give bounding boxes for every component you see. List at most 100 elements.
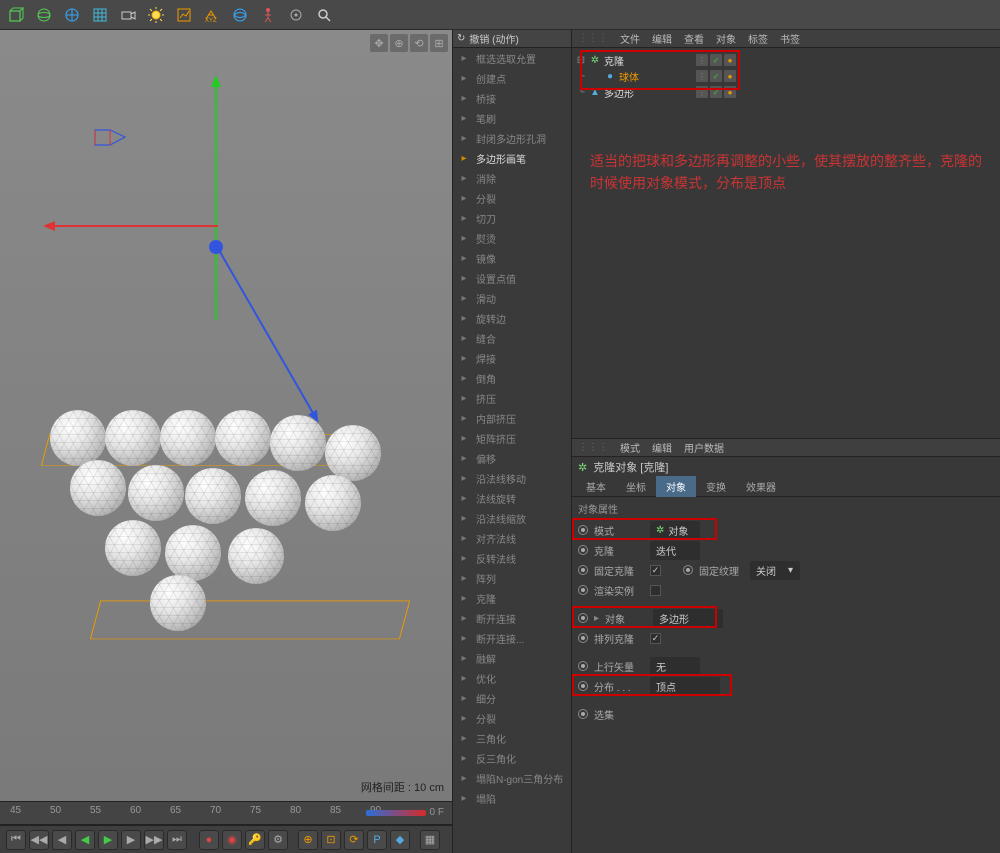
radio-icon[interactable] [578,545,588,555]
tool-31[interactable]: ▸优化 [453,668,571,688]
visibility-tag[interactable]: ⋮ [696,70,708,82]
z-axis-gizmo[interactable] [215,245,317,419]
tool-28[interactable]: ▸断开连接 [453,608,571,628]
param-key-button[interactable]: P [367,830,387,850]
radio-icon[interactable] [578,585,588,595]
3d-viewport[interactable]: ✥ ⊕ ⟲ ⊞ 网格间距 : 10 cm [0,30,452,801]
tool-7[interactable]: ▸分裂 [453,188,571,208]
axis-icon[interactable]: XYZ [200,3,224,27]
tool-32[interactable]: ▸细分 [453,688,571,708]
menu-edit[interactable]: 编辑 [652,31,672,46]
radio-icon[interactable] [578,661,588,671]
tool-26[interactable]: ▸阵列 [453,568,571,588]
radio-icon[interactable] [578,633,588,643]
attr-menu-userdata[interactable]: 用户数据 [684,440,724,455]
attr-menu-edit[interactable]: 编辑 [652,440,672,455]
vp-pan-icon[interactable]: ✥ [370,34,388,52]
distribution-dropdown[interactable]: 顶点 [650,677,720,696]
render-tag[interactable]: ✓ [710,86,722,98]
tool-24[interactable]: ▸对齐法线 [453,528,571,548]
tree-row[interactable]: └▲多边形⋮✓● [576,84,996,100]
render-icon[interactable] [172,3,196,27]
tool-2[interactable]: ▸桥接 [453,88,571,108]
tool-14[interactable]: ▸缝合 [453,328,571,348]
vp-zoom-icon[interactable]: ⊕ [390,34,408,52]
tab-coord[interactable]: 坐标 [616,476,656,497]
tool-4[interactable]: ▸封闭多边形孔洞 [453,128,571,148]
visibility-tag[interactable]: ⋮ [696,54,708,66]
tool-11[interactable]: ▸设置点值 [453,268,571,288]
tool-18[interactable]: ▸内部挤压 [453,408,571,428]
tool-37[interactable]: ▸塌陷 [453,788,571,808]
fixtex-dropdown[interactable]: 关闭▾ [750,561,800,580]
tool-19[interactable]: ▸矩阵挤压 [453,428,571,448]
tool-34[interactable]: ▸三角化 [453,728,571,748]
tool-27[interactable]: ▸克隆 [453,588,571,608]
tool-21[interactable]: ▸沿法线移动 [453,468,571,488]
display-tag[interactable]: ● [724,54,736,66]
upvector-dropdown[interactable]: 无 [650,657,700,676]
tool-12[interactable]: ▸滑动 [453,288,571,308]
menu-file[interactable]: 文件 [620,31,640,46]
tool-29[interactable]: ▸断开连接... [453,628,571,648]
radio-icon[interactable] [578,709,588,719]
render-tag[interactable]: ✓ [710,70,722,82]
vp-layout-icon[interactable]: ⊞ [430,34,448,52]
x-axis-gizmo[interactable] [48,225,218,227]
menu-bookmarks[interactable]: 书签 [780,31,800,46]
attr-menu-mode[interactable]: 模式 [620,440,640,455]
display-tag[interactable]: ● [724,70,736,82]
rot-key-button[interactable]: ⟳ [344,830,364,850]
goto-end-button[interactable]: ⏭ [167,830,187,850]
grid-icon[interactable] [88,3,112,27]
tool-6[interactable]: ▸消除 [453,168,571,188]
tool-16[interactable]: ▸倒角 [453,368,571,388]
radio-icon[interactable] [578,565,588,575]
play-back-button[interactable]: ◀ [75,830,95,850]
pos-key-button[interactable]: ⊕ [298,830,318,850]
tree-row[interactable]: ⊟✲克隆⋮✓● [576,52,996,68]
tool-35[interactable]: ▸反三角化 [453,748,571,768]
camera-icon[interactable] [116,3,140,27]
visibility-tag[interactable]: ⋮ [696,86,708,98]
play-button[interactable]: ▶ [98,830,118,850]
tab-basic[interactable]: 基本 [576,476,616,497]
tool-20[interactable]: ▸偏移 [453,448,571,468]
effector-icon[interactable] [284,3,308,27]
tool-17[interactable]: ▸挤压 [453,388,571,408]
menu-object[interactable]: 对象 [716,31,736,46]
world-icon[interactable] [228,3,252,27]
radio-icon[interactable] [578,681,588,691]
tool-0[interactable]: ▸框选选取允置 [453,48,571,68]
menu-view[interactable]: 查看 [684,31,704,46]
tool-1[interactable]: ▸创建点 [453,68,571,88]
prev-frame-button[interactable]: ◀ [52,830,72,850]
tool-22[interactable]: ▸法线旋转 [453,488,571,508]
radio-icon[interactable] [578,613,588,623]
gizmo-origin[interactable] [209,240,223,254]
search-icon[interactable] [312,3,336,27]
null-icon[interactable] [60,3,84,27]
scale-key-button[interactable]: ⊡ [321,830,341,850]
render-tag[interactable]: ✓ [710,54,722,66]
cube-icon[interactable] [4,3,28,27]
tool-30[interactable]: ▸融解 [453,648,571,668]
timeline-ruler[interactable]: 45 50 55 60 65 70 75 80 85 90 0 F [0,801,452,825]
refresh-icon[interactable]: ↻ [457,33,465,44]
tool-13[interactable]: ▸旋转边 [453,308,571,328]
tool-36[interactable]: ▸塌陷N-gon三角分布 [453,768,571,788]
key-button[interactable]: 🔑 [245,830,265,850]
tool-10[interactable]: ▸镜像 [453,248,571,268]
dopesheet-button[interactable]: ▦ [420,830,440,850]
record-button[interactable]: ● [199,830,219,850]
tab-object[interactable]: 对象 [656,476,696,497]
prev-key-button[interactable]: ◀◀ [29,830,49,850]
next-frame-button[interactable]: ▶ [121,830,141,850]
clone-dropdown[interactable]: 迭代 [650,541,700,560]
tab-effectors[interactable]: 效果器 [736,476,786,497]
fixclone-checkbox[interactable] [650,565,661,576]
light-icon[interactable] [144,3,168,27]
tool-8[interactable]: ▸切刀 [453,208,571,228]
display-tag[interactable]: ● [724,86,736,98]
radio-icon[interactable] [578,525,588,535]
